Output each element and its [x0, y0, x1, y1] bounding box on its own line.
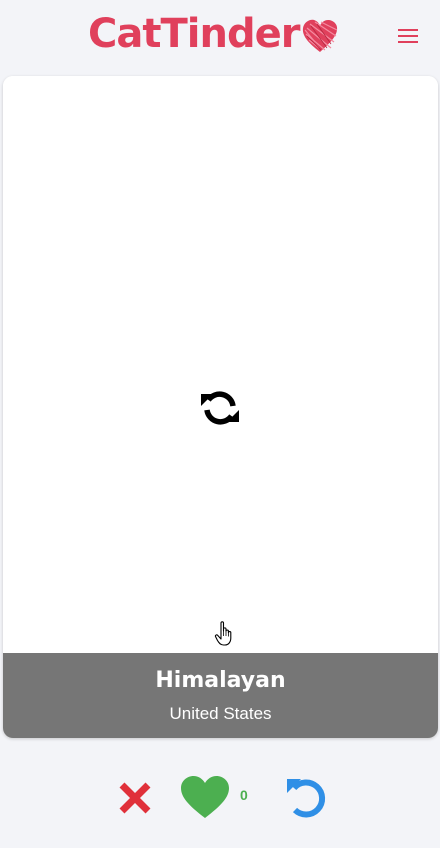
cat-origin: United States — [169, 704, 272, 723]
heart-icon[interactable] — [180, 776, 230, 820]
close-icon[interactable] — [117, 780, 153, 816]
action-bar: 0 — [0, 770, 440, 826]
hand-cursor-icon — [214, 621, 232, 646]
cat-info-footer: Himalayan United States — [3, 653, 438, 738]
heart-icon — [303, 19, 338, 52]
app-logo[interactable]: CatTinder — [88, 10, 339, 58]
hamburger-menu-icon[interactable] — [396, 27, 420, 45]
undo-icon[interactable] — [285, 777, 327, 819]
cat-name: Himalayan — [155, 668, 286, 693]
logo-text: CatTinder — [88, 11, 300, 57]
app-header: CatTinder — [0, 0, 440, 72]
like-count: 0 — [240, 787, 248, 803]
cat-image-area — [3, 76, 438, 653]
refresh-icon — [201, 391, 239, 425]
